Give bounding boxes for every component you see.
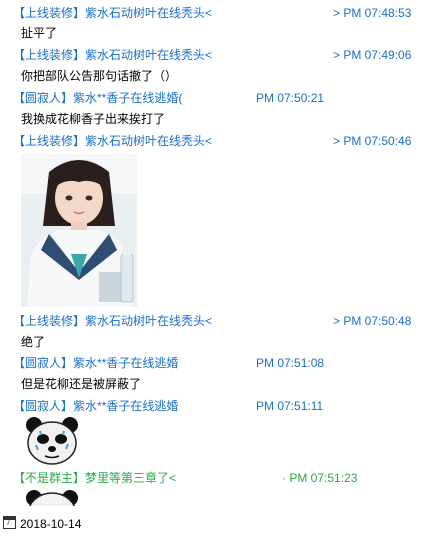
sender-name[interactable]: 【不是群主】梦里等第三章了< (13, 471, 176, 485)
photo-image[interactable] (21, 154, 137, 307)
sender-name[interactable]: 【上线装修】紫水石动树叶在线秃头< (13, 6, 212, 20)
message-header: 【圆寂人】紫水**香子在线逃婚 (13, 355, 178, 371)
message-header: 【上线装修】紫水石动树叶在线秃头< (13, 313, 212, 329)
panda-sticker[interactable] (24, 415, 80, 465)
message-header: 【上线装修】紫水石动树叶在线秃头< (13, 47, 212, 63)
message-header: 【圆寂人】紫水**香子在线逃婚 (13, 398, 178, 414)
message-text: 扯平了 (21, 26, 58, 40)
message-header: 【上线装修】紫水石动树叶在线秃头< (13, 133, 212, 149)
sender-name[interactable]: 【圆寂人】紫水**香子在线逃婚 (13, 356, 178, 370)
message-time: PM 07:51:08 (256, 356, 325, 370)
calendar-icon[interactable] (3, 516, 16, 529)
message-text: 你把部队公告那句话撤了（） (21, 69, 178, 83)
panda-face-icon (26, 417, 78, 465)
message-time: PM 07:51:11 (256, 399, 324, 413)
date-footer: 2018-10-14 (3, 515, 81, 533)
message-text: 我换成花柳香子出来挨打了 (21, 112, 166, 126)
date-label: 2018-10-14 (20, 517, 82, 531)
message-text: 绝了 (21, 335, 46, 349)
photo-illustration (21, 154, 137, 307)
sender-name[interactable]: 【上线装修】紫水石动树叶在线秃头< (13, 314, 212, 328)
sender-name[interactable]: 【圆寂人】紫水**香子在线逃婚( (13, 91, 182, 105)
panda-face-icon (26, 490, 78, 506)
message-time: > PM 07:49:06 (333, 48, 412, 62)
message-time: PM 07:50:21 (256, 91, 325, 105)
sender-name[interactable]: 【上线装修】紫水石动树叶在线秃头< (13, 134, 212, 148)
message-text: 但是花柳还是被屏蔽了 (21, 377, 142, 391)
message-header: 【不是群主】梦里等第三章了< (13, 470, 176, 486)
message-header: 【上线装修】紫水石动树叶在线秃头< (13, 5, 212, 21)
message-time: > PM 07:50:46 (333, 134, 412, 148)
message-time: > PM 07:50:48 (333, 314, 412, 328)
message-time: > PM 07:48:53 (333, 6, 412, 20)
sender-name[interactable]: 【上线装修】紫水石动树叶在线秃头< (13, 48, 212, 62)
message-time: · PM 07:51:23 (282, 471, 358, 485)
message-header: 【圆寂人】紫水**香子在线逃婚( (13, 90, 182, 106)
panda-sticker[interactable] (24, 488, 80, 506)
sender-name[interactable]: 【圆寂人】紫水**香子在线逃婚 (13, 399, 178, 413)
